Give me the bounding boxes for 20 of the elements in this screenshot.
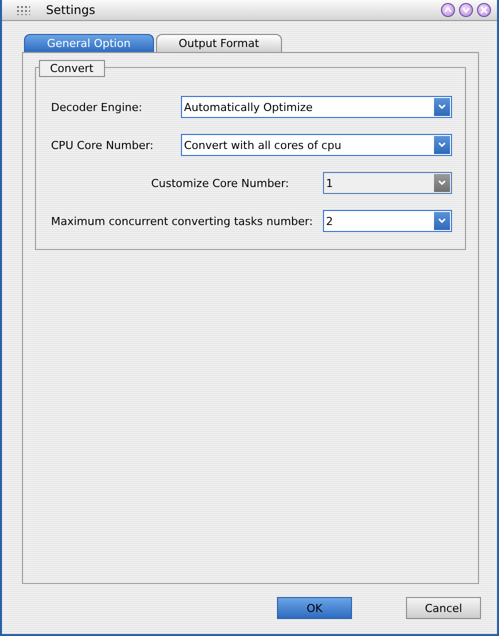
tab[interactable]: General Option [24, 34, 154, 52]
dropdown-field[interactable]: 2 [323, 210, 452, 232]
field-label: Customize Core Number: [150, 176, 290, 190]
close-icon [480, 6, 488, 14]
dropdown-field[interactable]: Convert with all cores of cpu [181, 134, 452, 156]
dropdown-field[interactable]: Automatically Optimize [181, 96, 452, 118]
minimize-button[interactable] [441, 3, 455, 17]
tab[interactable]: Output Format [156, 34, 282, 52]
caret-down-icon [462, 6, 470, 14]
cancel-button[interactable]: Cancel [406, 597, 481, 619]
field-label: CPU Core Number: [51, 138, 155, 152]
ok-button[interactable]: OK [277, 597, 352, 619]
caret-up-icon [444, 6, 452, 14]
group-title: Convert [39, 60, 104, 77]
field-label: Decoder Engine: [51, 100, 144, 114]
field-label: Maximum concurrent converting tasks number: [51, 214, 314, 228]
close-button[interactable] [477, 3, 491, 17]
window-title: Settings [46, 3, 96, 17]
maximize-button[interactable] [459, 3, 473, 17]
grip-icon [16, 5, 30, 15]
